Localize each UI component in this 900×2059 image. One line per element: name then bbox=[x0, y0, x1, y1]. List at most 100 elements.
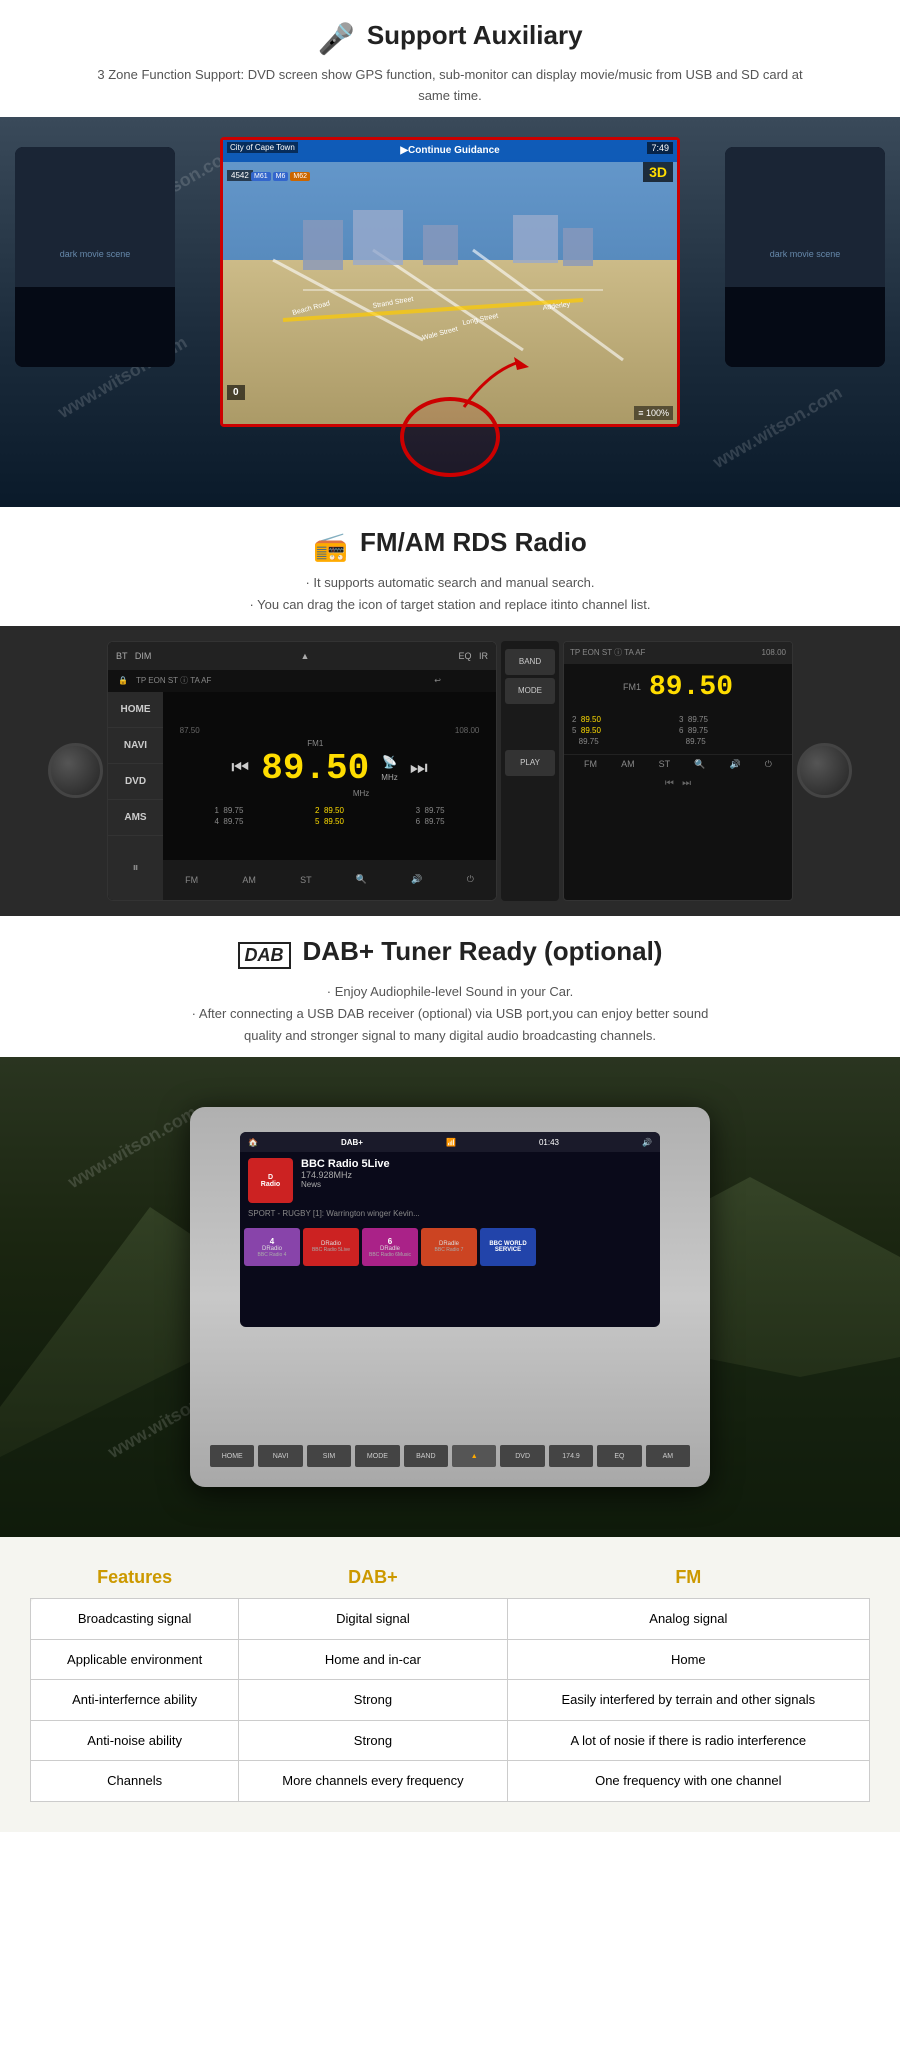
left-knob bbox=[48, 743, 103, 798]
freq-controls: ⏮ FM1 89.50 MHz 📡 MHz ⏭ bbox=[231, 739, 427, 798]
gps-code: 4542 bbox=[227, 170, 253, 181]
next-btn[interactable]: ⏭ bbox=[410, 757, 428, 780]
side-controls-panel: BAND MODE PLAY bbox=[501, 641, 559, 901]
freq-range: 87.50 108.00 bbox=[180, 726, 480, 735]
right-screen: dark movie scene bbox=[725, 147, 885, 367]
arrow-svg bbox=[459, 352, 539, 412]
dab-btn-am[interactable]: AM bbox=[646, 1445, 690, 1467]
right-presets: 2 89.50 3 89.75 5 89.50 6 89.75 89.75 89… bbox=[564, 711, 792, 750]
sport-ticker: SPORT - RUGBY [1]: Warrington winger Kev… bbox=[240, 1209, 660, 1218]
radio-bullets: · It supports automatic search and manua… bbox=[60, 572, 840, 616]
right-radio-unit: TP EON ST ⓘ TA AF 108.00 FM1 89.50 2 89.… bbox=[563, 641, 793, 901]
dab-interference: Strong bbox=[239, 1680, 507, 1721]
table-row: Channels More channels every frequency O… bbox=[31, 1761, 870, 1802]
dab-btn-up[interactable]: ▲ bbox=[452, 1445, 496, 1467]
gps-compass: ≡ 100% bbox=[634, 406, 673, 420]
feature-broadcasting: Broadcasting signal bbox=[31, 1599, 239, 1640]
auxiliary-subtitle: 3 Zone Function Support: DVD screen show… bbox=[80, 65, 820, 107]
dab-title: DAB+ Tuner Ready (optional) bbox=[303, 936, 663, 967]
feature-environment: Applicable environment bbox=[31, 1639, 239, 1680]
dab-broadcasting: Digital signal bbox=[239, 1599, 507, 1640]
band-btn[interactable]: BAND bbox=[505, 649, 555, 675]
gps-top-city: City of Cape Town bbox=[227, 142, 298, 153]
dab-bottom-controls: HOME NAVI SIM MODE BAND ▲ DVD 174.9 EQ A… bbox=[210, 1445, 690, 1467]
comparison-section: Features DAB+ FM Broadcasting signal Dig… bbox=[0, 1537, 900, 1832]
dab-channels: More channels every frequency bbox=[239, 1761, 507, 1802]
col-header-features: Features bbox=[31, 1557, 239, 1599]
station-tiles: 4 DRadio BBC Radio 4 DRadio BBC Radio 5L… bbox=[240, 1222, 660, 1272]
fm-broadcasting: Analog signal bbox=[507, 1599, 869, 1640]
left-menu-buttons: HOME NAVI DVD AMS ⏸ bbox=[108, 692, 163, 900]
right-bottom-bar: FMAMST🔍🔊⏻ bbox=[564, 754, 792, 774]
car-interior: www.witson.com www.witson.com www.witson… bbox=[0, 117, 900, 507]
feature-interference: Anti-interfernce ability bbox=[31, 1680, 239, 1721]
dab-noise: Strong bbox=[239, 1720, 507, 1761]
dab-btn-dvd[interactable]: DVD bbox=[500, 1445, 544, 1467]
btn-home[interactable]: HOME bbox=[108, 692, 163, 728]
radio-image-container: BT DIM ▲ EQ IR 🔒 TP EON ST ⓘ TA AF ↩ HOM… bbox=[0, 626, 900, 916]
car-head-unit-container: 🏠 DAB+ 📶 01:43 🔊 DRadio BBC Radio 5Live … bbox=[190, 1107, 710, 1487]
dab-screen: 🏠 DAB+ 📶 01:43 🔊 DRadio BBC Radio 5Live … bbox=[240, 1132, 660, 1327]
mhz-label: MHz bbox=[261, 789, 369, 798]
dab-btn-mode[interactable]: MODE bbox=[355, 1445, 399, 1467]
table-row: Anti-noise ability Strong A lot of nosie… bbox=[31, 1720, 870, 1761]
feature-noise: Anti-noise ability bbox=[31, 1720, 239, 1761]
comparison-table: Features DAB+ FM Broadcasting signal Dig… bbox=[30, 1557, 870, 1802]
left-screen: dark movie scene bbox=[15, 147, 175, 367]
svg-text:dark movie scene: dark movie scene bbox=[60, 249, 131, 259]
table-row: Anti-interfernce ability Strong Easily i… bbox=[31, 1680, 870, 1721]
right-rds-bar: TP EON ST ⓘ TA AF 108.00 bbox=[564, 642, 792, 664]
dab-section: DAB DAB+ Tuner Ready (optional) · Enjoy … bbox=[0, 916, 900, 1057]
dab-image-container: www.witson.com www.witson.com www.witson… bbox=[0, 1057, 900, 1537]
auxiliary-image: www.witson.com www.witson.com www.witson… bbox=[0, 117, 900, 507]
fm-noise: A lot of nosie if there is radio interfe… bbox=[507, 1720, 869, 1761]
station-logo: DRadio bbox=[248, 1158, 293, 1203]
radio-top-bar: BT DIM ▲ EQ IR bbox=[108, 642, 496, 670]
col-header-fm: FM bbox=[507, 1557, 869, 1599]
mic-icon: 🎤 bbox=[317, 22, 354, 57]
radio-icon-row: 📻 FM/AM RDS Radio bbox=[60, 527, 840, 566]
gps-map: Beach Road Strand Street Long Street Add… bbox=[223, 140, 677, 424]
frequency-display: 89.50 bbox=[261, 748, 369, 789]
left-radio-unit: BT DIM ▲ EQ IR 🔒 TP EON ST ⓘ TA AF ↩ HOM… bbox=[107, 641, 497, 901]
dab-environment: Home and in-car bbox=[239, 1639, 507, 1680]
btn-ams[interactable]: AMS bbox=[108, 800, 163, 836]
right-freq-display: FM1 89.50 bbox=[564, 664, 792, 711]
play-btn[interactable]: PLAY bbox=[505, 750, 555, 776]
station-7: DRadle BBC Radio 7 bbox=[421, 1228, 477, 1266]
fm-interference: Easily interfered by terrain and other s… bbox=[507, 1680, 869, 1721]
station-world: BBC WORLD SERVICE bbox=[480, 1228, 536, 1266]
car-frame: 🏠 DAB+ 📶 01:43 🔊 DRadio BBC Radio 5Live … bbox=[190, 1107, 710, 1487]
prev-btn[interactable]: ⏮ bbox=[231, 757, 249, 780]
fm-environment: Home bbox=[507, 1639, 869, 1680]
feature-channels: Channels bbox=[31, 1761, 239, 1802]
dab-btn-home[interactable]: HOME bbox=[210, 1445, 254, 1467]
dab-icon-row: DAB DAB+ Tuner Ready (optional) bbox=[60, 936, 840, 975]
left-screen-image: dark movie scene bbox=[15, 147, 175, 367]
station-5live: DRadio BBC Radio 5Live bbox=[303, 1228, 359, 1266]
right-headrest-monitor: dark movie scene bbox=[725, 147, 885, 367]
dab-status-bar: 🏠 DAB+ 📶 01:43 🔊 bbox=[240, 1132, 660, 1152]
col-header-dab: DAB+ bbox=[239, 1557, 507, 1599]
btn-navi[interactable]: NAVI bbox=[108, 728, 163, 764]
right-knob-icon: ⏮ ⏭ bbox=[564, 774, 792, 793]
main-freq-area: 87.50 108.00 ⏮ FM1 89.50 MHz 📡 MHz ⏭ bbox=[163, 692, 496, 860]
fm-channels: One frequency with one channel bbox=[507, 1761, 869, 1802]
dab-btn-freq[interactable]: 174.9 bbox=[549, 1445, 593, 1467]
station-6: 6 DRadle BBC Radio 6Music bbox=[362, 1228, 418, 1266]
left-headrest-monitor: dark movie scene bbox=[15, 147, 175, 367]
dab-logo: DAB bbox=[238, 942, 291, 969]
dab-btn-sim[interactable]: SIM bbox=[307, 1445, 351, 1467]
btn-dvd[interactable]: DVD bbox=[108, 764, 163, 800]
table-row: Broadcasting signal Digital signal Analo… bbox=[31, 1599, 870, 1640]
btn-pause[interactable]: ⏸ bbox=[108, 836, 163, 900]
dab-btn-eq[interactable]: EQ bbox=[597, 1445, 641, 1467]
center-gps-screen: Beach Road Strand Street Long Street Add… bbox=[220, 137, 680, 427]
mode-btn[interactable]: MODE bbox=[505, 678, 555, 704]
dab-btn-band[interactable]: BAND bbox=[404, 1445, 448, 1467]
dab-btn-navi[interactable]: NAVI bbox=[258, 1445, 302, 1467]
station-4: 4 DRadio BBC Radio 4 bbox=[244, 1228, 300, 1266]
radio-title: FM/AM RDS Radio bbox=[360, 527, 587, 558]
gps-road-badges: M61 M6 M62 bbox=[251, 172, 310, 181]
band-label: FM1 bbox=[261, 739, 369, 748]
